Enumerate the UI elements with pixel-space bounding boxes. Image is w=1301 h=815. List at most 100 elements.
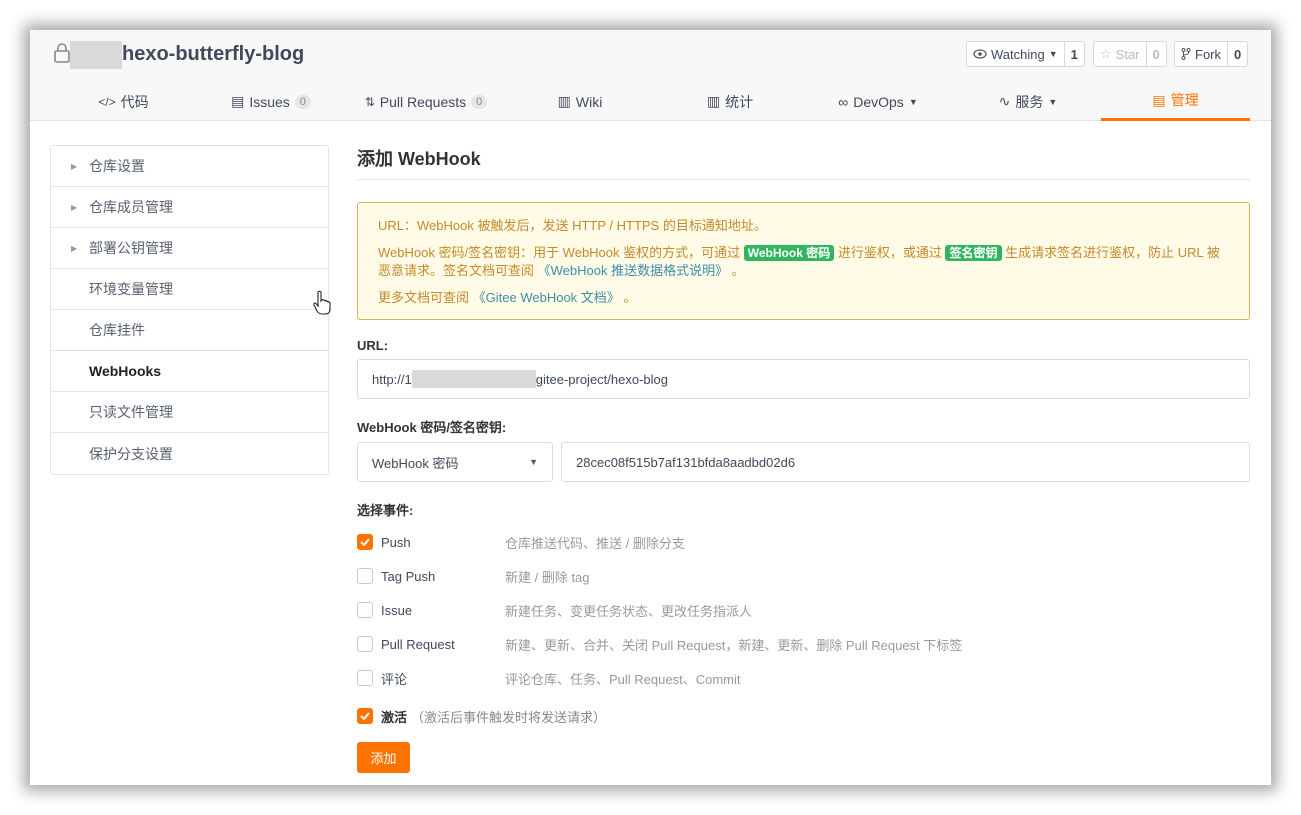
chevron-down-icon: ▼ (1048, 96, 1058, 107)
sidebar-item-env-vars[interactable]: 环境变量管理 (51, 269, 328, 310)
watch-label: Watching (991, 46, 1045, 62)
tab-badge: 0 (471, 94, 488, 109)
event-tag-push[interactable]: Tag Push 新建 / 删除 tag (357, 559, 1250, 593)
tab-pull-requests[interactable]: ⇅ Pull Requests 0 (356, 82, 496, 121)
event-name: Issue (381, 602, 413, 618)
sidebar-item-members[interactable]: ▶ 仓库成员管理 (51, 187, 328, 228)
push-checkbox[interactable] (357, 534, 373, 550)
tab-label: Issues (249, 93, 290, 110)
event-pull-request[interactable]: Pull Request 新建、更新、合并、关闭 Pull Request，新建… (357, 627, 1250, 661)
star-button[interactable]: ☆ Star 0 (1093, 41, 1167, 67)
bar-chart-icon: ▥ (706, 93, 721, 109)
watch-button[interactable]: Watching ▼ 1 (966, 41, 1085, 67)
tab-label: 服务 (1015, 93, 1044, 110)
fork-icon (1181, 48, 1191, 60)
star-count[interactable]: 0 (1145, 42, 1166, 66)
event-name: Pull Request (381, 636, 455, 652)
sidebar-item-label: WebHooks (89, 363, 162, 379)
redacted-owner (70, 41, 122, 69)
book-icon: ▥ (557, 93, 571, 109)
repo-tabs: </> 代码 ▤ Issues 0 ⇅ Pull Requests 0 ▥ Wi… (30, 82, 1271, 121)
webhook-doc-link[interactable]: 《Gitee WebHook 文档》 (473, 290, 620, 305)
event-push[interactable]: Push 仓库推送代码、推送 / 删除分支 (357, 525, 1250, 559)
event-desc: 新建任务、变更任务状态、更改任务指派人 (505, 603, 753, 619)
sidebar-item-readonly-files[interactable]: 只读文件管理 (51, 392, 328, 433)
event-name: Tag Push (381, 568, 436, 584)
tab-label: 代码 (120, 93, 149, 110)
comment-checkbox[interactable] (357, 670, 373, 686)
events-label: 选择事件: (357, 503, 414, 518)
event-name: 评论 (381, 671, 408, 687)
repo-name[interactable]: hexo-butterfly-blog (122, 41, 304, 67)
tab-label: Wiki (575, 93, 603, 110)
events-list: Push 仓库推送代码、推送 / 删除分支 Tag Push 新建 / 删除 t… (357, 525, 1250, 695)
tab-label: Pull Requests (379, 93, 467, 110)
sidebar-item-repo-settings[interactable]: ▶ 仓库设置 (51, 146, 328, 187)
tab-stats[interactable]: ▥ 统计 (690, 82, 770, 121)
secret-type-value: WebHook 密码 (372, 455, 459, 471)
activate-option[interactable]: 激活 （激活后事件触发时将发送请求） (357, 702, 1250, 730)
tab-devops[interactable]: ∞ DevOps ▼ (828, 82, 928, 121)
event-issue[interactable]: Issue 新建任务、变更任务状态、更改任务指派人 (357, 593, 1250, 627)
url-prefix: http://1 (372, 371, 412, 387)
hand-cursor-icon (313, 290, 331, 315)
sidebar-item-deploy-keys[interactable]: ▶ 部署公钥管理 (51, 228, 328, 269)
settings-sidebar: ▶ 仓库设置 ▶ 仓库成员管理 ▶ 部署公钥管理 环境变量管理 仓库挂件 Web… (50, 145, 329, 475)
notice-line: 更多文档可查阅 《Gitee WebHook 文档》 。 (378, 289, 1229, 307)
watch-count[interactable]: 1 (1063, 42, 1084, 66)
add-webhook-button[interactable]: 添加 (357, 742, 410, 773)
fork-button[interactable]: Fork 0 (1174, 41, 1249, 67)
event-desc: 仓库推送代码、推送 / 删除分支 (505, 535, 685, 551)
page-title: 添加 WebHook (357, 145, 1250, 180)
notice-text: 。 (623, 290, 637, 305)
sidebar-item-label: 只读文件管理 (89, 404, 173, 420)
tab-label: 管理 (1170, 92, 1199, 108)
notice-text: 进行鉴权，或通过 (837, 245, 942, 260)
sidebar-item-label: 部署公钥管理 (89, 240, 173, 256)
redacted-url (411, 370, 536, 388)
tab-issues[interactable]: ▤ Issues 0 (216, 82, 326, 121)
activate-label: 激活 (381, 709, 408, 725)
fork-count[interactable]: 0 (1227, 42, 1247, 66)
chevron-down-icon: ▼ (529, 457, 538, 467)
tag-push-checkbox[interactable] (357, 568, 373, 584)
tab-services[interactable]: ∿ 服务 ▼ (988, 82, 1068, 121)
url-field[interactable]: http://1 gitee-project/hexo-blog (357, 359, 1250, 399)
tab-wiki[interactable]: ▥ Wiki (540, 82, 620, 121)
sidebar-item-label: 保护分支设置 (89, 445, 173, 462)
sidebar-item-widgets[interactable]: 仓库挂件 (51, 310, 328, 351)
notice-text: 。 (731, 263, 745, 278)
tab-manage[interactable]: ▤ 管理 (1101, 82, 1250, 121)
secret-label: WebHook 密码/签名密钥: (357, 420, 507, 435)
webhook-form: 添加 WebHook URL：WebHook 被触发后，发送 HTTP / HT… (357, 145, 1250, 773)
activate-checkbox[interactable] (357, 708, 373, 724)
event-desc: 评论仓库、任务、Pull Request、Commit (505, 671, 741, 687)
secret-type-select[interactable]: WebHook 密码 ▼ (357, 442, 553, 482)
payload-doc-link[interactable]: 《WebHook 推送数据格式说明》 (538, 263, 728, 278)
sidebar-item-label: 环境变量管理 (89, 281, 173, 297)
issue-checkbox[interactable] (357, 602, 373, 618)
notice-line: URL：WebHook 被触发后，发送 HTTP / HTTPS 的目标通知地址… (378, 218, 767, 233)
secret-value: 28cec08f515b7af131bfda8aadbd02d6 (576, 454, 796, 470)
sidebar-item-label: 仓库挂件 (89, 322, 145, 338)
repo-header: hexo-butterfly-blog Watching ▼ 1 ☆ Star … (30, 30, 1271, 121)
sidebar-item-label: 仓库设置 (89, 158, 145, 174)
sidebar-item-webhooks[interactable]: WebHooks (51, 351, 328, 392)
event-comment[interactable]: 评论 评论仓库、任务、Pull Request、Commit (357, 661, 1250, 695)
tab-code[interactable]: </> 代码 (70, 82, 177, 121)
activate-desc: （激活后事件触发时将发送请求） (411, 709, 607, 725)
pull-request-checkbox[interactable] (357, 636, 373, 652)
app-window: hexo-butterfly-blog Watching ▼ 1 ☆ Star … (30, 30, 1271, 785)
star-icon: ☆ (1100, 46, 1112, 61)
url-label: URL: (357, 338, 389, 353)
secret-field[interactable]: 28cec08f515b7af131bfda8aadbd02d6 (561, 442, 1250, 482)
caret-right-icon: ▶ (71, 202, 78, 212)
sidebar-item-label: 仓库成员管理 (89, 199, 173, 215)
sidebar-item-protected-branches[interactable]: 保护分支设置 (51, 433, 328, 474)
notice-text: WebHook 密码/签名密钥：用于 WebHook 鉴权的方式，可通过 (378, 245, 741, 260)
pull-request-icon: ⇅ (364, 94, 375, 109)
check-icon (360, 712, 370, 720)
issues-icon: ▤ (231, 93, 245, 109)
notice-line: WebHook 密码/签名密钥：用于 WebHook 鉴权的方式，可通过 Web… (378, 244, 1229, 280)
settings-doc-icon: ▤ (1152, 91, 1166, 108)
